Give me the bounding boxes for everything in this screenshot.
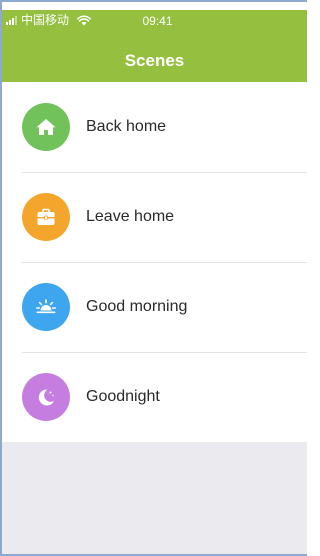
scene-label: Good morning — [86, 298, 188, 315]
app-screen: 中国移动 09:41 Scenes Back home Leave home G… — [0, 0, 307, 556]
scene-row-good-morning[interactable]: Good morning — [2, 262, 307, 352]
status-time: 09:41 — [142, 14, 173, 28]
home-icon — [22, 103, 70, 151]
scene-row-back-home[interactable]: Back home — [2, 82, 307, 172]
sunrise-icon — [22, 283, 70, 331]
briefcase-icon — [22, 193, 70, 241]
scene-label: Goodnight — [86, 388, 160, 405]
scene-label: Back home — [86, 118, 167, 135]
scene-label: Leave home — [86, 208, 175, 225]
scene-row-goodnight[interactable]: Goodnight — [2, 352, 307, 442]
header-bar: 中国移动 09:41 Scenes — [2, 10, 307, 82]
page-title: Scenes — [124, 51, 185, 70]
moon-icon — [22, 373, 70, 421]
scene-list: Back home Leave home Good morning Goodni… — [2, 82, 307, 442]
top-edge — [2, 2, 307, 10]
status-bar: 中国移动 09:41 — [2, 10, 307, 32]
scene-row-leave-home[interactable]: Leave home — [2, 172, 307, 262]
